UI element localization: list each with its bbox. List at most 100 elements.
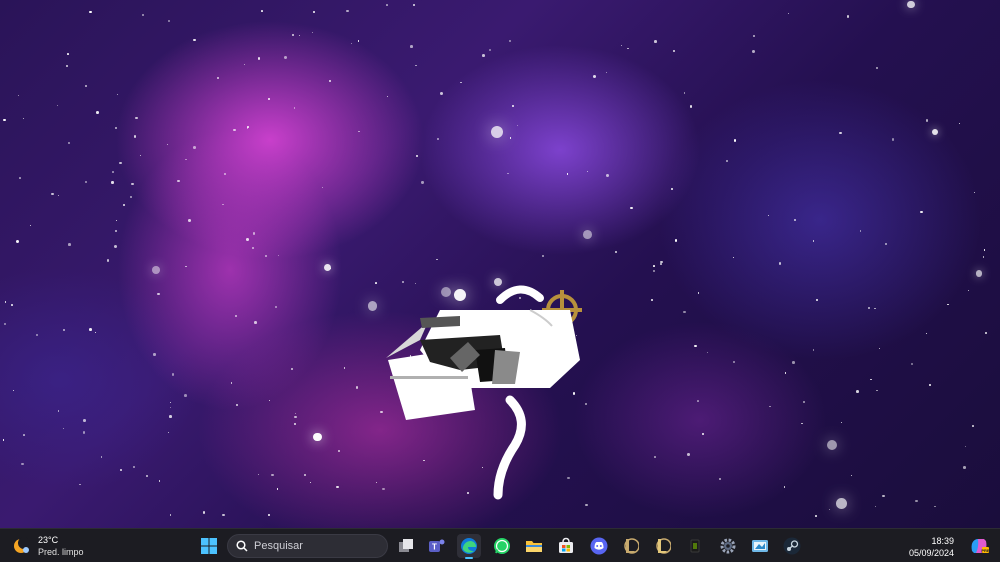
star (436, 258, 438, 261)
star (309, 481, 312, 484)
star (89, 10, 92, 14)
copilot-icon[interactable]: PRE (968, 535, 990, 557)
star (2, 439, 5, 441)
star (19, 177, 22, 179)
star (416, 155, 418, 157)
star (224, 173, 226, 175)
star (89, 328, 92, 331)
search-box[interactable]: Pesquisar (227, 534, 388, 558)
star (878, 347, 881, 350)
star (57, 104, 59, 107)
star (869, 378, 872, 381)
star (135, 116, 138, 120)
star (216, 76, 220, 80)
star (67, 142, 70, 145)
star (23, 118, 25, 120)
clock-time: 18:39 (931, 536, 954, 546)
star (202, 511, 206, 514)
folder-icon (526, 541, 542, 552)
star (119, 162, 122, 165)
discord-button[interactable] (587, 534, 611, 558)
star (23, 433, 25, 436)
star (958, 122, 960, 125)
star (859, 230, 862, 233)
star (222, 203, 224, 206)
star (931, 128, 939, 136)
star (671, 187, 674, 190)
star (874, 307, 876, 309)
star (794, 218, 797, 221)
star (815, 515, 818, 517)
star (620, 45, 622, 47)
star (158, 480, 161, 483)
star (106, 259, 110, 262)
teams-button[interactable]: T (425, 534, 449, 558)
star (683, 310, 686, 314)
weather-widget[interactable]: 23°C Pred. limpo (12, 533, 102, 559)
league-client-1-button[interactable] (619, 534, 643, 558)
star (885, 242, 888, 245)
star (915, 499, 918, 503)
star (975, 270, 982, 277)
edge-button[interactable] (457, 534, 481, 559)
star (123, 203, 126, 206)
task-view-button[interactable] (394, 534, 418, 558)
star (257, 57, 260, 60)
star (114, 127, 117, 130)
system-clock[interactable]: 18:39 05/09/2024 (909, 535, 954, 559)
weather-moon-icon (14, 537, 30, 553)
star (169, 514, 172, 517)
whatsapp-button[interactable] (490, 534, 514, 558)
star (169, 415, 172, 419)
search-icon (236, 540, 248, 552)
star (170, 401, 172, 403)
star (972, 425, 975, 427)
star (278, 254, 280, 256)
desktop-wallpaper (0, 0, 1000, 528)
star (920, 210, 923, 214)
star (145, 474, 148, 478)
star (85, 180, 88, 183)
star (412, 4, 415, 7)
nvidia-button[interactable] (683, 534, 707, 558)
star (689, 105, 693, 108)
star (84, 85, 87, 88)
star (541, 254, 544, 257)
star (856, 390, 859, 393)
star (268, 514, 270, 516)
edge-icon (461, 538, 477, 554)
star (606, 71, 608, 73)
star (157, 292, 160, 295)
star (246, 125, 250, 128)
star (358, 130, 360, 133)
star (701, 432, 705, 436)
star (947, 303, 950, 306)
snipping-tool-button[interactable] (748, 534, 772, 558)
file-explorer-button[interactable] (522, 534, 546, 558)
star (839, 131, 842, 134)
star (630, 206, 633, 210)
star (183, 393, 187, 397)
star (614, 250, 618, 254)
star (294, 416, 297, 419)
star (294, 107, 296, 109)
star (346, 9, 349, 13)
star (290, 367, 294, 371)
star (292, 33, 295, 36)
start-button[interactable] (197, 534, 221, 558)
settings-button[interactable] (716, 534, 740, 558)
star (244, 63, 246, 65)
steam-button[interactable] (780, 534, 804, 558)
star (336, 485, 339, 489)
star (460, 81, 462, 83)
store-button[interactable] (554, 534, 578, 558)
creature-sprite[interactable] (380, 280, 600, 500)
star (131, 182, 134, 186)
league-icon (624, 538, 639, 554)
star (752, 50, 756, 53)
star (732, 360, 736, 364)
league-client-2-button[interactable] (651, 534, 675, 558)
star (778, 262, 781, 265)
star (166, 143, 168, 146)
nvidia-icon (690, 539, 700, 553)
